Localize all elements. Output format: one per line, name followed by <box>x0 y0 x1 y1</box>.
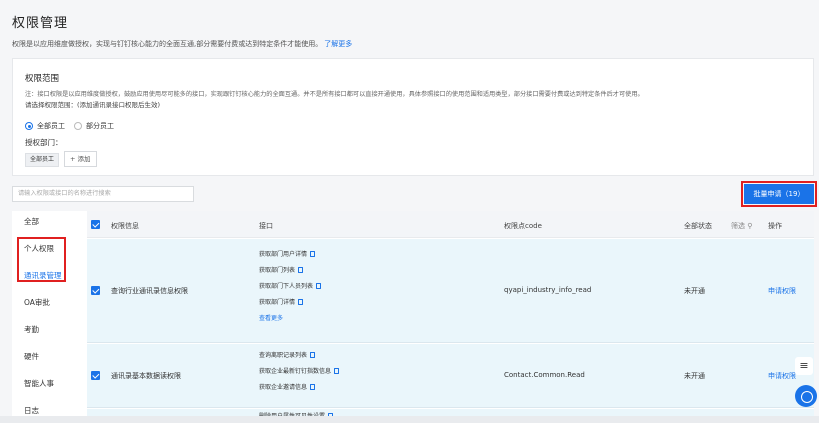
batch-apply-button[interactable]: 批量申请（19） <box>741 181 817 207</box>
api-item[interactable]: 获取部门用户详情 <box>259 249 316 258</box>
table-header: 权限信息 接口 权限点code 全部状态 筛选 ⚲ 操作 <box>87 211 814 238</box>
permission-status: 未开通 <box>684 287 705 295</box>
radio-checked-icon <box>25 122 33 130</box>
api-item[interactable]: 获取部门详情 <box>259 297 304 306</box>
dept-tag: 全部员工 <box>25 153 60 167</box>
apply-permission-link[interactable]: 申请权限 <box>768 371 796 381</box>
search-input[interactable]: 请输入权限或接口的名称进行搜索 <box>12 186 194 202</box>
scope-note: 注：接口权限是以应用维度做授权，鼓励应用使用尽可能多的接口，实现跟钉钉核心能力的… <box>25 91 644 98</box>
doc-icon <box>310 384 316 390</box>
category-hr[interactable]: 智能人事 <box>24 378 54 389</box>
help-icon[interactable] <box>795 385 817 407</box>
row-checkbox[interactable] <box>91 286 100 295</box>
category-attendance[interactable]: 考勤 <box>24 324 39 335</box>
list-icon[interactable]: ≡ <box>795 357 813 375</box>
row-checkbox[interactable] <box>91 371 100 380</box>
select-all-checkbox[interactable] <box>91 220 100 229</box>
radio-label: 全部员工 <box>37 122 65 130</box>
permission-name: 查询行业通讯录信息权限 <box>111 287 188 295</box>
doc-icon <box>310 352 316 358</box>
table-row: 查询行业通讯录信息权限 获取部门用户详情 获取部门列表 获取部门下人员列表 获取… <box>87 239 814 343</box>
permission-status: 未开通 <box>684 372 705 380</box>
radio-all-staff[interactable]: 全部员工 <box>25 121 65 131</box>
header-info: 权限信息 <box>111 222 139 230</box>
category-all[interactable]: 全部 <box>24 216 39 227</box>
header-status: 全部状态 <box>684 222 712 230</box>
doc-icon <box>334 368 340 374</box>
apply-permission-link[interactable]: 申请权限 <box>768 286 796 296</box>
api-item[interactable]: 获取部门下人员列表 <box>259 281 322 290</box>
page-description: 权限是以应用维度做授权，实现与钉钉核心能力的全面互通,部分需要付费或达到特定条件… <box>12 39 352 49</box>
category-personal[interactable]: 个人权限 <box>24 243 54 254</box>
api-name: 获取部门详情 <box>259 299 296 306</box>
scope-title: 权限范围 <box>25 74 60 84</box>
view-more-link[interactable]: 查看更多 <box>259 313 283 322</box>
doc-icon <box>310 251 316 257</box>
api-name: 查询离职记录列表 <box>259 352 308 359</box>
radio-unchecked-icon <box>74 122 82 130</box>
api-name: 获取部门用户详情 <box>259 251 308 258</box>
horizontal-scrollbar[interactable] <box>0 416 819 423</box>
doc-icon <box>298 267 304 273</box>
scope-radio-group: 全部员工 部分员工 <box>25 121 123 131</box>
api-name: 获取企业邀请信息 <box>259 384 308 391</box>
scope-choose-label: 请选择权限范围：(添加通讯录接口权限后生效) <box>25 101 161 109</box>
api-item[interactable]: 获取企业最新钉钉指数信息 <box>259 366 340 375</box>
permission-table: 权限信息 接口 权限点code 全部状态 筛选 ⚲ 操作 查询行业通讯录信息权限… <box>87 211 814 423</box>
category-hardware[interactable]: 硬件 <box>24 351 39 362</box>
category-oa[interactable]: OA审批 <box>24 297 50 308</box>
doc-icon <box>298 299 304 305</box>
api-item[interactable]: 获取企业邀请信息 <box>259 382 316 391</box>
radio-label: 部分员工 <box>86 122 114 130</box>
api-name: 获取部门下人员列表 <box>259 283 314 290</box>
category-sidebar: 全部 个人权限 通讯录管理 OA审批 考勤 硬件 智能人事 日志 <box>12 211 87 423</box>
permission-page: 权限管理 权限是以应用维度做授权，实现与钉钉核心能力的全面互通,部分需要付费或达… <box>0 0 819 423</box>
category-contacts[interactable]: 通讯录管理 <box>24 270 62 281</box>
permission-code: Contact.Common.Read <box>504 371 585 379</box>
description-text: 权限是以应用维度做授权，实现与钉钉核心能力的全面互通,部分需要付费或达到特定条件… <box>12 40 323 48</box>
api-name: 获取部门列表 <box>259 267 296 274</box>
page-title: 权限管理 <box>12 16 69 31</box>
table-row: 通讯录基本数据读权限 查询离职记录列表 获取企业最新钉钉指数信息 获取企业邀请信… <box>87 344 814 408</box>
header-api: 接口 <box>259 222 273 230</box>
status-filter[interactable]: 筛选 ⚲ <box>731 221 752 231</box>
category-log[interactable]: 日志 <box>24 405 39 416</box>
filter-label: 筛选 <box>731 222 745 230</box>
api-item[interactable]: 获取部门列表 <box>259 265 304 274</box>
api-item[interactable]: 查询离职记录列表 <box>259 350 316 359</box>
learn-more-link[interactable]: 了解更多 <box>324 40 352 48</box>
header-action: 操作 <box>768 222 782 230</box>
permission-scope-card: 权限范围 注：接口权限是以应用维度做授权，鼓励应用使用尽可能多的接口，实现跟钉钉… <box>12 58 814 176</box>
permission-name: 通讯录基本数据读权限 <box>111 372 181 380</box>
search-icon: ⚲ <box>747 222 753 230</box>
permission-code: qyapi_industry_info_read <box>504 286 592 294</box>
radio-some-staff[interactable]: 部分员工 <box>74 121 114 131</box>
doc-icon <box>316 283 322 289</box>
add-dept-button[interactable]: + 添加 <box>64 151 97 167</box>
auth-dept-label: 授权部门： <box>25 138 63 147</box>
header-code: 权限点code <box>504 222 542 230</box>
api-name: 获取企业最新钉钉指数信息 <box>259 368 332 375</box>
